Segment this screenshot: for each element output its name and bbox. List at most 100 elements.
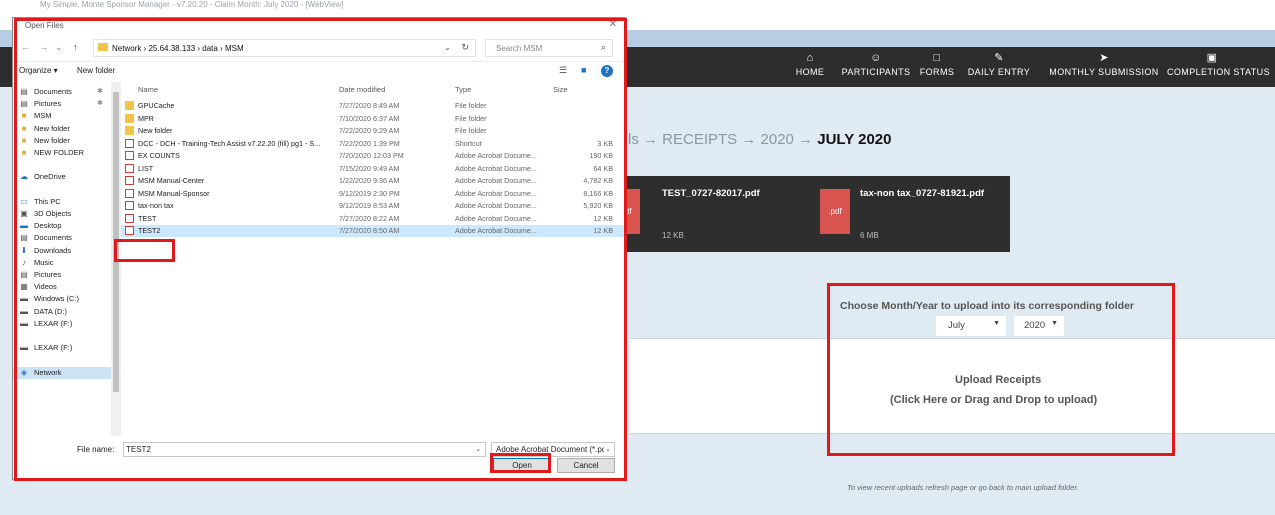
file-name-row: File name: TEST2 ⌄ Adobe Acrobat Documen…	[13, 441, 625, 459]
up-arrow-icon[interactable]: ↑	[73, 42, 78, 52]
back-icon[interactable]: ←	[21, 42, 30, 52]
file-date: 9/12/2019 8:53 AM	[339, 201, 400, 210]
nav-pane-item[interactable]: ☁ OneDrive	[13, 171, 111, 183]
nav-pane-item[interactable]: ▬ LEXAR (F:)	[13, 342, 111, 354]
file-card[interactable]: pdf TEST_0727-82017.pdf 12 KB	[612, 176, 812, 252]
file-size: 12 KB	[593, 213, 613, 223]
file-row[interactable]: tax-non tax 9/12/2019 8:53 AM Adobe Acroba…	[121, 200, 625, 212]
file-type: Adobe Acrobat Docume...	[455, 226, 537, 235]
file-row[interactable]: TEST2 7/27/2020 8:50 AM Adobe Acrobat Docu…	[121, 225, 625, 237]
folder-icon	[98, 43, 108, 51]
file-row[interactable]: GPUCache 7/27/2020 8:49 AM File folder	[121, 100, 625, 112]
close-icon[interactable]: ✕	[609, 19, 617, 30]
recent-chevron-icon[interactable]: ⌄	[55, 42, 63, 53]
file-type: File folder	[455, 101, 487, 110]
pdf-icon: .pdf	[820, 189, 850, 234]
column-size[interactable]: Size	[553, 85, 568, 94]
send-icon: ➤	[1099, 52, 1109, 64]
nav-pane-item[interactable]: ▤ Documents	[13, 232, 111, 244]
nav-forms[interactable]: □ FORMS	[914, 47, 960, 87]
chevron-down-icon[interactable]: ⌄	[475, 445, 481, 453]
column-date-modified[interactable]: Date modified	[339, 85, 385, 94]
cancel-button[interactable]: Cancel	[557, 458, 615, 473]
dialog-titlebar[interactable]: Open Files ✕	[13, 18, 625, 34]
nav-pane-item[interactable]: ◈ Network	[13, 366, 111, 379]
column-type[interactable]: Type	[455, 85, 471, 94]
file-date: 7/27/2020 8:50 AM	[339, 226, 400, 235]
file-row[interactable]: EX COUNTS 7/20/2020 12:03 PM Adobe Acrobat…	[121, 150, 625, 162]
file-row[interactable]: DCC - DCH - Training-Tech Assist v7.22.2…	[121, 138, 625, 150]
file-date: 7/27/2020 8:22 AM	[339, 213, 400, 223]
scrollbar-thumb[interactable]	[113, 92, 119, 392]
nav-pane-item[interactable]: ▦ Videos	[13, 281, 111, 293]
month-select-value: July	[948, 320, 965, 331]
file-row[interactable]: LIST 7/15/2020 9:49 AM Adobe Acrobat Docum…	[121, 163, 625, 175]
nav-daily-entry[interactable]: ✎ DAILY ENTRY	[962, 47, 1036, 87]
nav-pane-item[interactable]: ▭ This PC	[13, 196, 111, 208]
file-row[interactable]: MSM Manual-Center 1/22/2020 9:36 AM Adobe …	[121, 175, 625, 187]
file-row[interactable]: New folder 7/22/2020 9:29 AM File folder	[121, 125, 625, 137]
nav-pane-item[interactable]: ■ MSM	[13, 110, 111, 122]
calendar-icon: ▣	[1206, 52, 1218, 64]
nav-pane-item[interactable]: ⬇ Downloads	[13, 245, 111, 257]
nav-monthly-submission[interactable]: ➤ MONTHLY SUBMISSION	[1045, 47, 1163, 87]
refresh-icon[interactable]: ↻	[461, 42, 469, 53]
file-row[interactable]: MPR 7/10/2020 6:37 AM File folder	[121, 113, 625, 125]
open-button[interactable]: Open	[493, 458, 551, 473]
nav-pane-item[interactable]: ■ New folder	[13, 135, 111, 147]
folder-icon: ■	[21, 111, 27, 121]
file-card[interactable]: .pdf tax-non tax_0727-81921.pdf 6 MB	[810, 176, 1010, 252]
address-bar[interactable]: Network › 25.64.38.133 › data › MSM ⌄ ↻	[93, 39, 476, 57]
pictures-icon: ▤	[20, 99, 28, 109]
file-name: tax-non tax	[138, 201, 174, 210]
file-type-select[interactable]: Adobe Acrobat Document (*.pd ⌄	[491, 442, 615, 457]
chevron-down-icon[interactable]: ⌄	[444, 43, 451, 52]
file-list: GPUCache 7/27/2020 8:49 AM File folder MPR 7…	[121, 96, 625, 436]
file-size: 8,166 KB	[583, 188, 613, 198]
nav-label: COMPLETION STATUS	[1167, 67, 1270, 77]
month-select[interactable]: July ▼	[936, 316, 1006, 336]
nav-home[interactable]: ⌂ HOME	[782, 47, 838, 87]
upload-dropzone[interactable]	[630, 338, 1275, 434]
file-type: Adobe Acrobat Docume...	[455, 176, 537, 185]
nav-participants[interactable]: ☺ PARTICIPANTS	[838, 47, 914, 87]
nav-pane-item[interactable]: ■ NEW FOLDER	[13, 147, 111, 159]
nav-pane-item[interactable]: ▤ Pictures ✱	[13, 98, 111, 110]
nav-label: DAILY ENTRY	[967, 67, 1031, 77]
nav-pane-item[interactable]: ▤ Documents ✱	[13, 86, 111, 98]
navigation-scrollbar[interactable]	[111, 82, 121, 436]
nav-pane-spacer	[13, 184, 111, 196]
file-date: 7/20/2020 12:03 PM	[339, 151, 404, 160]
file-row[interactable]: TEST 7/27/2020 8:22 AM Adobe Acrobat Docum…	[121, 213, 625, 225]
forward-icon[interactable]: →	[39, 42, 48, 52]
nav-pane-item[interactable]: ▬ Desktop	[13, 220, 111, 232]
home-icon: ⌂	[806, 52, 814, 64]
nav-pane-item[interactable]: ▬ Windows (C:)	[13, 293, 111, 305]
column-name[interactable]: Name	[138, 85, 158, 94]
search-input[interactable]: Search MSM ⌕	[485, 39, 613, 57]
file-type: Adobe Acrobat Docume...	[455, 201, 537, 210]
nav-pane-item[interactable]: ▤ Pictures	[13, 269, 111, 281]
year-select[interactable]: 2020 ▼	[1014, 316, 1064, 336]
help-icon[interactable]: ?	[601, 65, 613, 77]
organize-button[interactable]: Organize ▾	[19, 66, 58, 75]
nav-pane-item[interactable]: ▣ 3D Objects	[13, 208, 111, 220]
nav-pane-item[interactable]: ♪ Music	[13, 257, 111, 269]
breadcrumb-path[interactable]: ls → RECEIPTS → 2020 →	[628, 131, 813, 148]
caret-down-icon: ▼	[993, 320, 1000, 327]
view-options-icon[interactable]: ☰	[559, 65, 567, 76]
nav-pane-item[interactable]: ▬ LEXAR (F:)	[13, 318, 111, 330]
file-name-input[interactable]: TEST2 ⌄	[123, 442, 486, 457]
nav-completion-status[interactable]: ▣ COMPLETION STATUS	[1167, 47, 1275, 87]
clipboard-icon: □	[933, 52, 941, 64]
network-icon: ◈	[20, 367, 28, 377]
browser-tab-strip: My Simple, Monte Sponsor Manager - v7.20…	[0, 0, 1275, 12]
new-folder-button[interactable]: New folder	[77, 66, 115, 75]
shortcut-icon	[125, 138, 134, 148]
column-headers: Name Date modified Type Size	[121, 82, 625, 96]
nav-pane-item[interactable]: ▬ DATA (D:)	[13, 306, 111, 318]
preview-pane-icon[interactable]: ■	[581, 65, 586, 75]
nav-pane-item[interactable]: ■ New folder	[13, 123, 111, 135]
file-row[interactable]: MSM Manual-Sponsor 9/12/2019 2:30 PM Adobe…	[121, 188, 625, 200]
pdf-icon	[125, 176, 134, 185]
